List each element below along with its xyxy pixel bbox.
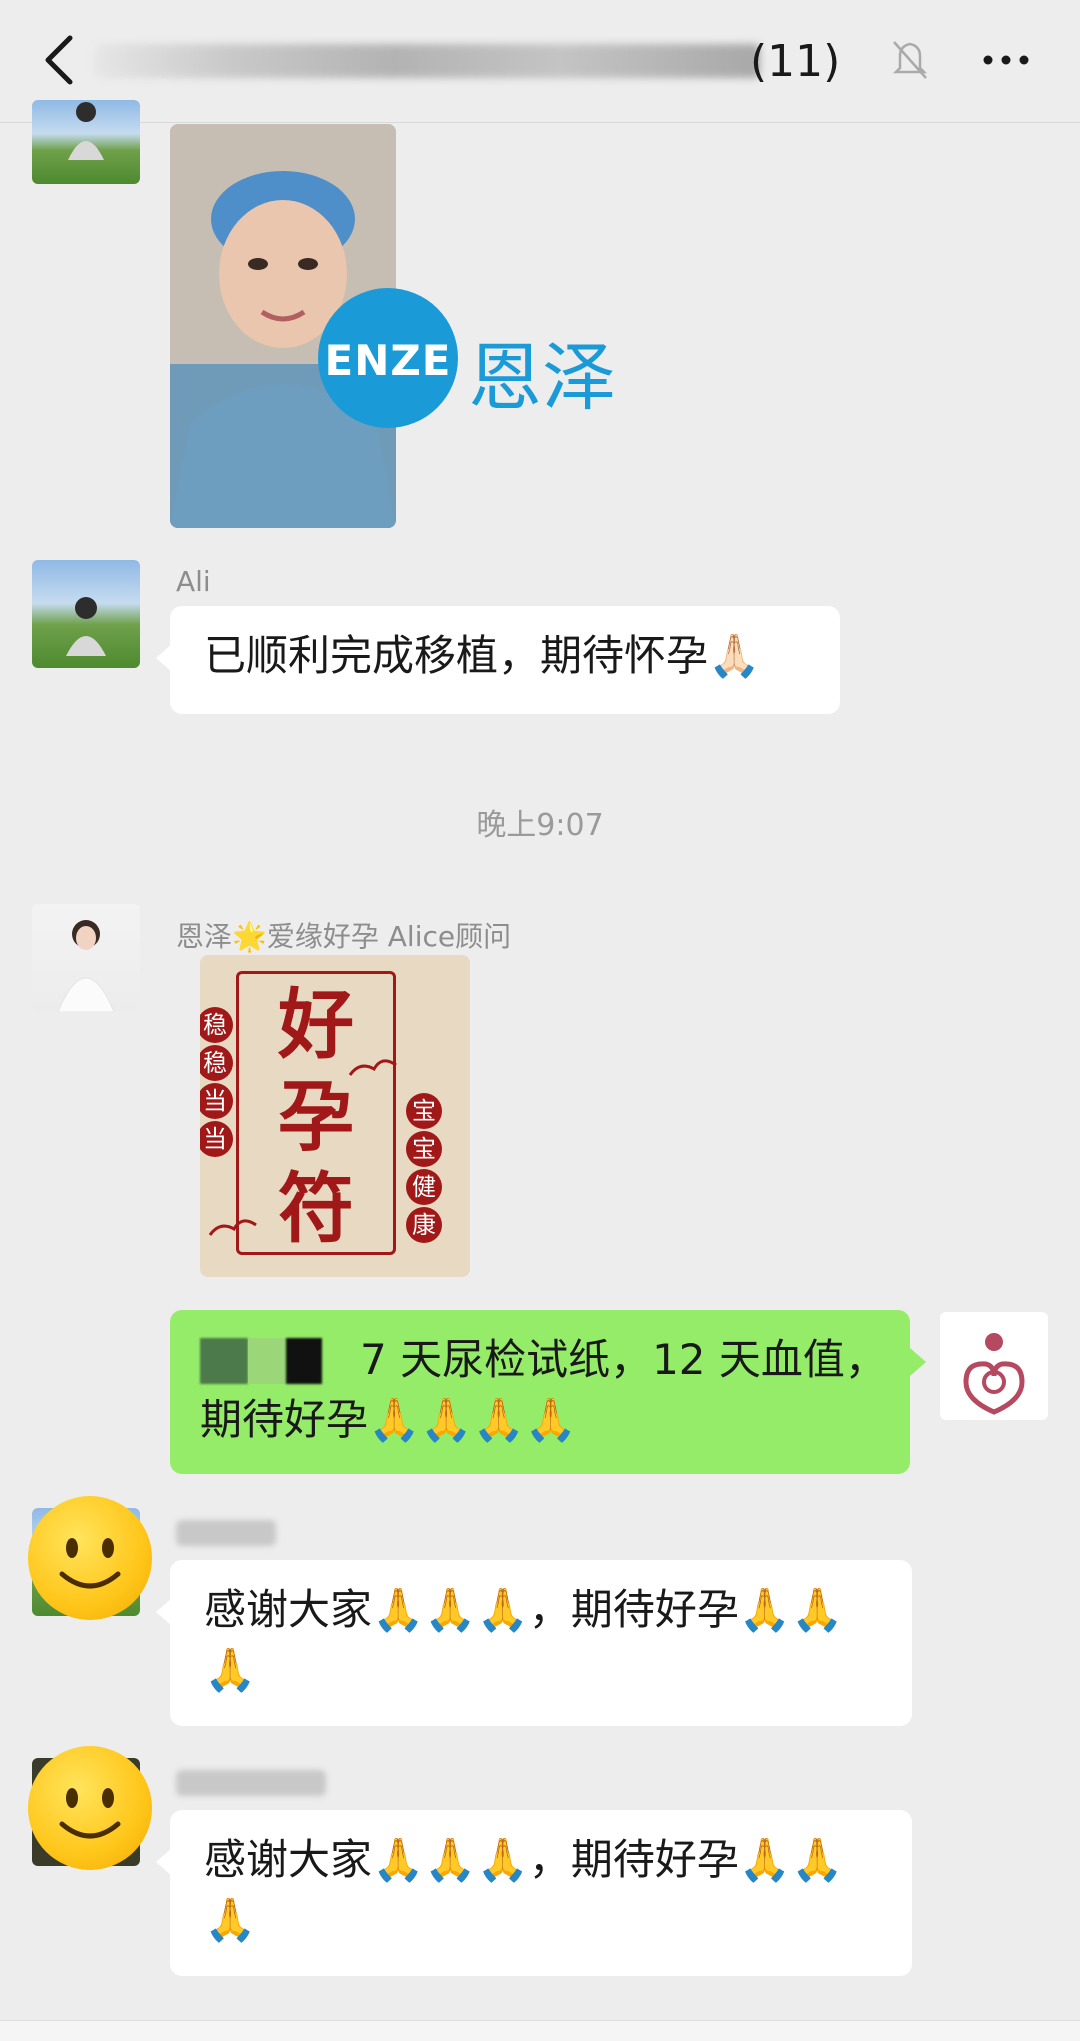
avatar[interactable] (32, 100, 140, 184)
message-text: 🙏 (204, 1645, 257, 1694)
sender-name-redacted (176, 1770, 326, 1796)
smiley-emoji-icon (28, 1496, 152, 1620)
back-arrow-icon[interactable] (34, 30, 84, 90)
redacted-block (286, 1338, 322, 1384)
person-figure-icon (66, 597, 106, 656)
message-text: 7 天尿检试纸，12 天血值， (360, 1335, 887, 1384)
brand-logo-text: ENZE (324, 336, 452, 385)
woman-photo (57, 920, 115, 1012)
more-icon[interactable] (976, 40, 1036, 80)
sender-name: 恩泽🌟爱缘好孕 Alice顾问 (176, 920, 512, 953)
cloud-ornament-icon (208, 1059, 397, 1236)
sender-name: Ali (176, 565, 211, 598)
member-count: (11) (750, 36, 841, 87)
avatar-self[interactable] (940, 1312, 1048, 1420)
sticker-message[interactable]: 好 孕 符 稳 稳 当 当 宝 宝 健 康 (200, 955, 470, 1277)
message-text: 已顺利完成移植，期待怀孕🙏🏻 (204, 631, 761, 680)
message-text: 感谢大家🙏🙏🙏，期待好孕🙏🙏 (204, 1585, 844, 1634)
redacted-block (200, 1338, 248, 1384)
message-bubble[interactable]: 已顺利完成移植，期待怀孕🙏🏻 (156, 606, 840, 714)
redacted-block (248, 1338, 286, 1384)
chat-header: (11) (0, 0, 1080, 123)
timestamp: 晚上9:07 (476, 808, 604, 843)
input-bar-edge (0, 2020, 1080, 2041)
message-bubble[interactable]: 感谢大家🙏🙏🙏，期待好孕🙏🙏 🙏 (156, 1560, 912, 1726)
brand-name-cn: 恩泽 (468, 335, 616, 421)
avatar[interactable] (32, 560, 140, 668)
chat-title-redacted (95, 44, 760, 78)
sender-name-redacted (176, 1520, 276, 1546)
message-text: 感谢大家🙏🙏🙏，期待好孕🙏🙏 (204, 1835, 844, 1884)
smiley-emoji-icon (28, 1746, 152, 1870)
avatar[interactable] (32, 904, 140, 1012)
mute-bell-icon (892, 41, 928, 79)
message-text: 🙏 (204, 1895, 257, 1944)
hearts-logo-icon (963, 1333, 1025, 1415)
message-text: 期待好孕🙏🙏🙏🙏 (200, 1395, 578, 1444)
message-bubble-self[interactable]: 7 天尿检试纸，12 天血值， 期待好孕🙏🙏🙏🙏 (170, 1310, 926, 1474)
person-figure-icon (68, 102, 104, 160)
message-bubble[interactable]: 感谢大家🙏🙏🙏，期待好孕🙏🙏 🙏 (156, 1810, 912, 1976)
